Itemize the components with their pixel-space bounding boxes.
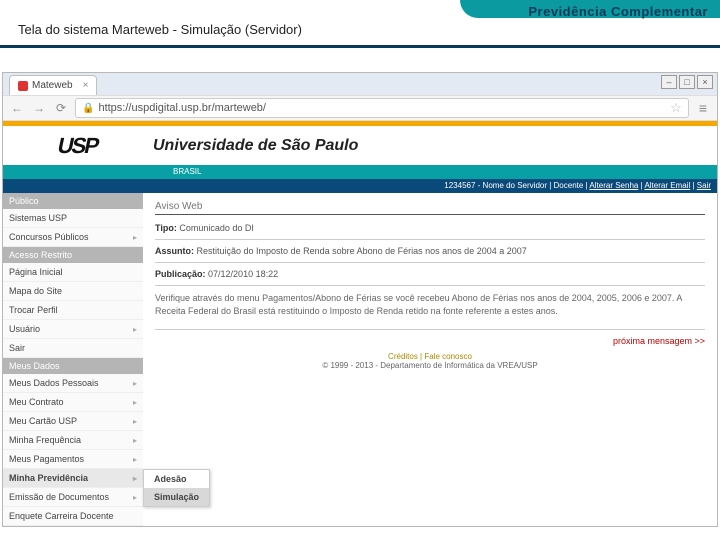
pub-value: 07/12/2010 18:22 (208, 269, 278, 279)
divider (155, 285, 705, 286)
sidebar-item[interactable]: Minha Previdência▸AdesãoSimulação (3, 469, 143, 488)
assunto-row: Assunto: Restituição do Imposto de Renda… (155, 246, 705, 256)
sidebar-item-label: Mapa do Site (9, 286, 62, 296)
sidebar-item-label: Emissão de Documentos (9, 492, 109, 502)
sidebar-item[interactable]: Meus Pagamentos ▸ (3, 450, 143, 469)
sidebar-section-head: Público (3, 193, 143, 209)
footer-links[interactable]: Créditos | Fale conosco (388, 352, 472, 361)
chevron-right-icon: ▸ (133, 474, 137, 483)
favicon-icon (18, 81, 28, 91)
sidebar-item[interactable]: Usuário ▸ (3, 320, 143, 339)
lock-icon: 🔒 (82, 103, 94, 114)
sidebar-item-label: Página Inicial (9, 267, 63, 277)
sidebar-item-label: Sair (9, 343, 25, 353)
sidebar-item[interactable]: Minha Frequência ▸ (3, 431, 143, 450)
reload-button[interactable]: ⟳ (53, 100, 69, 116)
submenu-item[interactable]: Simulação (144, 488, 209, 506)
sidebar-item[interactable]: Emissão de Documentos ▸ (3, 488, 143, 507)
sidebar-item-label: Concursos Públicos (9, 232, 89, 242)
sidebar-item-label: Minha Previdência (9, 473, 88, 483)
url-text: https://uspdigital.usp.br/marteweb/ (98, 102, 666, 114)
chevron-right-icon: ▸ (133, 436, 137, 445)
sidebar-item-label: Trocar Perfil (9, 305, 58, 315)
assunto-value: Restituição do Imposto de Renda sobre Ab… (197, 246, 527, 256)
university-name: Universidade de São Paulo (153, 137, 358, 155)
close-button[interactable]: × (697, 75, 713, 89)
chevron-right-icon: ▸ (133, 325, 137, 334)
site-header: USP Universidade de São Paulo (3, 121, 717, 165)
sidebar-item[interactable]: Página Inicial (3, 263, 143, 282)
chevron-right-icon: ▸ (133, 493, 137, 502)
bookmark-star-icon[interactable]: ☆ (670, 100, 682, 116)
close-tab-icon[interactable]: × (83, 80, 89, 91)
divider (155, 329, 705, 330)
sidebar-item-label: Minha Frequência (9, 435, 81, 445)
sidebar-item-label: Usuário (9, 324, 40, 334)
sair-link[interactable]: Sair (697, 181, 711, 190)
aviso-title: Aviso Web (155, 201, 705, 215)
url-box[interactable]: 🔒 https://uspdigital.usp.br/marteweb/ ☆ (75, 98, 689, 118)
sidebar-item-label: Enquete Carreira Docente (9, 511, 114, 521)
sidebar-item[interactable]: Concursos Públicos ▸ (3, 228, 143, 247)
message-body: Verifique através do menu Pagamentos/Abo… (155, 292, 705, 317)
maximize-button[interactable]: □ (679, 75, 695, 89)
chevron-right-icon: ▸ (133, 455, 137, 464)
tipo-row: Tipo: Comunicado do DI (155, 223, 705, 233)
user-info: 1234567 - Nome do Servidor | Docente (444, 181, 583, 190)
sidebar-item-label: Meu Cartão USP (9, 416, 77, 426)
alterar-senha-link[interactable]: Alterar Senha (589, 181, 638, 190)
tipo-label: Tipo: (155, 223, 177, 233)
submenu: AdesãoSimulação (143, 469, 210, 507)
window-buttons: – □ × (661, 75, 713, 89)
sidebar-item[interactable]: Sistemas USP (3, 209, 143, 228)
slide-title-left: Tela do sistema Marteweb - Simulação (Se… (18, 22, 302, 37)
browser-window: Mateweb × – □ × ← → ⟳ 🔒 https://uspdigit… (2, 72, 718, 527)
sidebar-item[interactable]: Sair (3, 339, 143, 358)
slide-header: Previdência Complementar Tela do sistema… (0, 0, 720, 48)
sidebar-item[interactable]: Meu Cartão USP ▸ (3, 412, 143, 431)
chevron-right-icon: ▸ (133, 417, 137, 426)
content-area: Público Sistemas USP Concursos Públicos ▸ Ac… (3, 193, 717, 526)
sidebar-item[interactable]: Trocar Perfil (3, 301, 143, 320)
forward-button[interactable]: → (31, 100, 47, 116)
main-panel: Aviso Web Tipo: Comunicado do DI Assunto… (143, 193, 717, 526)
sidebar-item[interactable]: Meu Contrato ▸ (3, 393, 143, 412)
divider (155, 239, 705, 240)
browser-menu-icon[interactable]: ≡ (695, 100, 711, 116)
submenu-item[interactable]: Adesão (144, 470, 209, 488)
sidebar-item-label: Meus Dados Pessoais (9, 378, 99, 388)
next-message-link[interactable]: próxima mensagem >> (155, 336, 705, 346)
sidebar-item-label: Meu Contrato (9, 397, 64, 407)
copyright: © 1999 - 2013 - Departamento de Informát… (155, 361, 705, 370)
assunto-label: Assunto: (155, 246, 194, 256)
usp-logo: USP (56, 133, 101, 159)
back-button[interactable]: ← (9, 100, 25, 116)
chevron-right-icon: ▸ (133, 398, 137, 407)
alterar-email-link[interactable]: Alterar Email (644, 181, 690, 190)
sidebar: Público Sistemas USP Concursos Públicos ▸ Ac… (3, 193, 143, 526)
pub-label: Publicação: (155, 269, 206, 279)
minimize-button[interactable]: – (661, 75, 677, 89)
slide-title-right: Previdência Complementar (528, 4, 708, 19)
address-bar: ← → ⟳ 🔒 https://uspdigital.usp.br/martew… (3, 95, 717, 121)
tipo-value: Comunicado do DI (179, 223, 254, 233)
sidebar-item[interactable]: Enquete Carreira Docente (3, 507, 143, 526)
sidebar-section-head: Meus Dados (3, 358, 143, 374)
sidebar-section-head: Acesso Restrito (3, 247, 143, 263)
sidebar-item-label: Sistemas USP (9, 213, 67, 223)
tab-label: Mateweb (32, 80, 73, 91)
chevron-right-icon: ▸ (133, 379, 137, 388)
chevron-right-icon: ▸ (133, 233, 137, 242)
logo-wrap: USP (3, 124, 153, 168)
divider (155, 262, 705, 263)
sidebar-item-label: Meus Pagamentos (9, 454, 84, 464)
sidebar-item[interactable]: Meus Dados Pessoais ▸ (3, 374, 143, 393)
footer: Créditos | Fale conosco © 1999 - 2013 - … (155, 352, 705, 370)
user-bar: 1234567 - Nome do Servidor | Docente | A… (3, 179, 717, 193)
browser-tab[interactable]: Mateweb × (9, 75, 97, 95)
sidebar-item[interactable]: Mapa do Site (3, 282, 143, 301)
pub-row: Publicação: 07/12/2010 18:22 (155, 269, 705, 279)
browser-tabbar: Mateweb × – □ × (3, 73, 717, 95)
